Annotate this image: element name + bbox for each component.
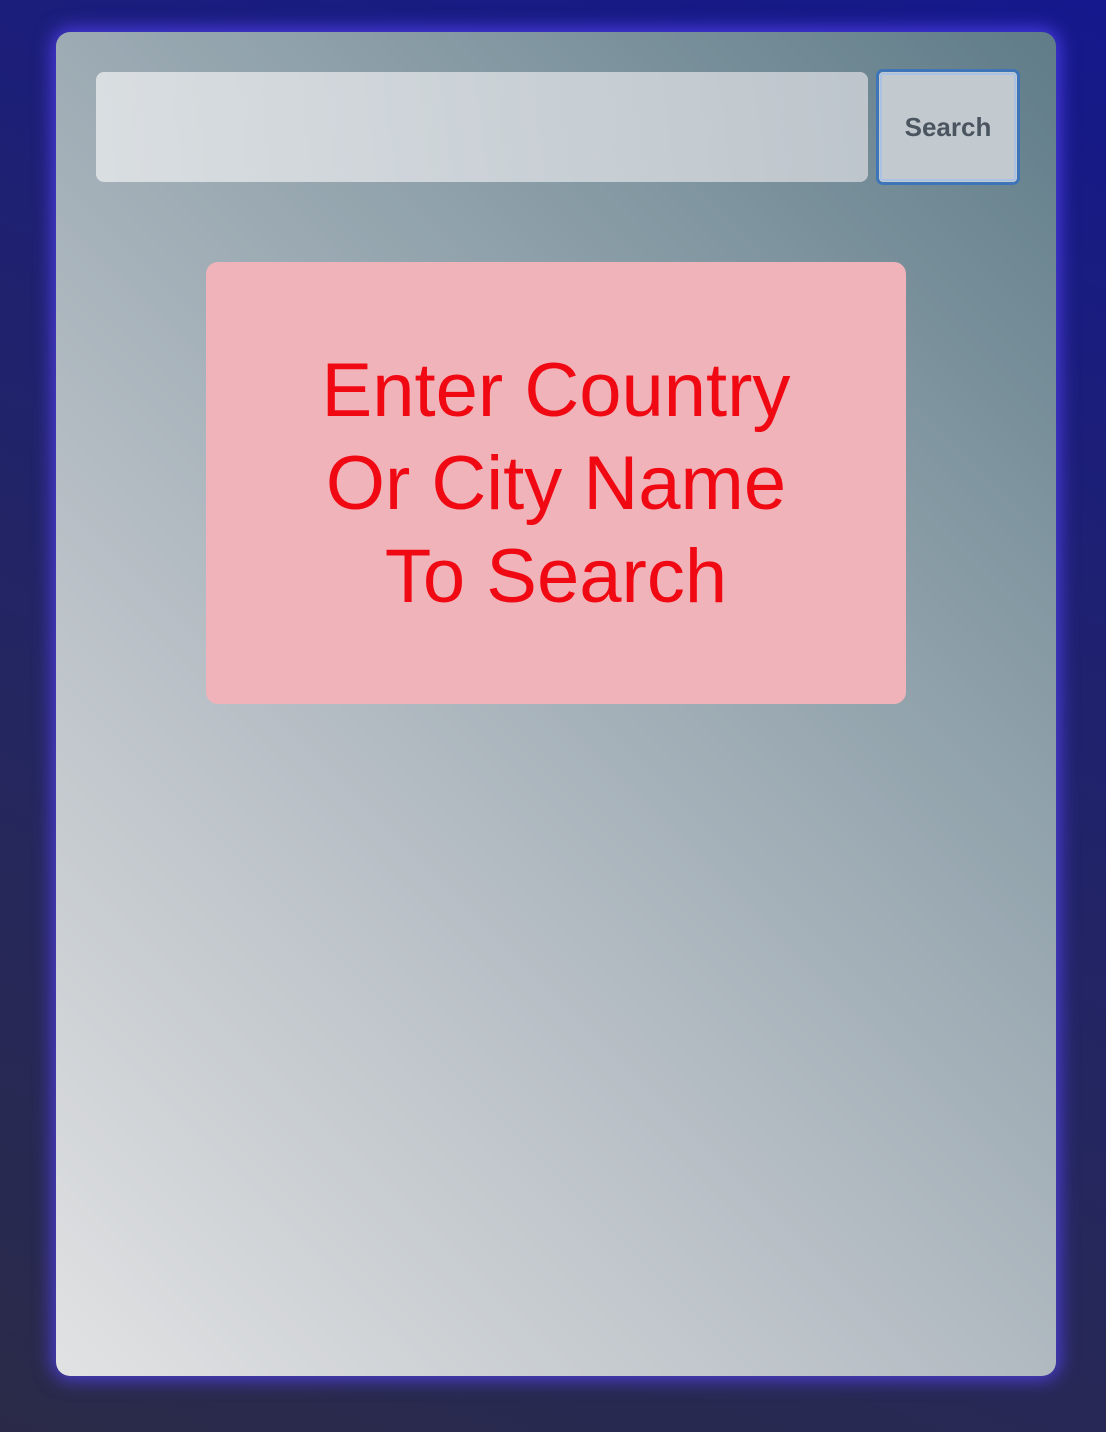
empty-state-message: Enter Country Or City Name To Search — [206, 262, 906, 704]
app-card: Search Enter Country Or City Name To Sea… — [56, 32, 1056, 1376]
search-button[interactable]: Search — [876, 69, 1020, 185]
search-input[interactable] — [96, 72, 868, 182]
empty-state-text: Enter Country Or City Name To Search — [321, 347, 791, 619]
